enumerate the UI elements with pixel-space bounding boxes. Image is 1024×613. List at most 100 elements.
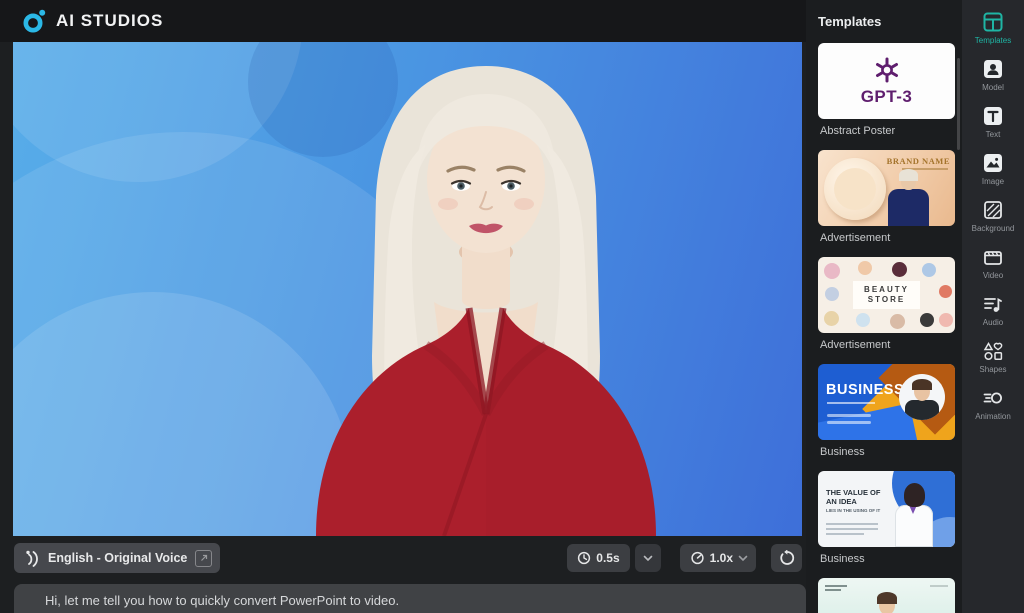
- rail-item-model[interactable]: Model: [962, 58, 1024, 92]
- pause-duration-value: 0.5s: [596, 551, 620, 565]
- decorative-line: [826, 533, 864, 535]
- template-title-line2: STORE: [867, 295, 906, 304]
- template-label: Advertisement: [820, 232, 891, 244]
- background-icon: [984, 201, 1002, 219]
- thumbnail-person-hair: [912, 379, 932, 390]
- thumbnail-person-hair: [904, 483, 925, 507]
- thumbnail-person-hair: [899, 169, 918, 181]
- product-dot: [939, 285, 952, 298]
- script-text: Hi, let me tell you how to quickly conve…: [45, 593, 400, 608]
- product-dot: [922, 263, 936, 277]
- rail-label: Text: [985, 130, 1001, 139]
- thumbnail-person-hair: [877, 592, 897, 604]
- product-dot: [892, 262, 907, 277]
- reset-icon: [779, 550, 794, 565]
- rail-label: Templates: [974, 36, 1012, 45]
- animation-icon: [983, 392, 1002, 404]
- rail-label: Shapes: [979, 365, 1007, 374]
- product-dot: [856, 313, 870, 327]
- model-icon: [984, 60, 1002, 78]
- pause-duration-button[interactable]: 0.5s: [567, 544, 630, 572]
- template-label: Business: [820, 446, 865, 458]
- text-icon: [984, 107, 1002, 125]
- template-card-presenter[interactable]: [818, 578, 955, 613]
- voice-selector[interactable]: English - Original Voice: [14, 543, 221, 573]
- decorative-line: [826, 523, 878, 525]
- template-card-business-value[interactable]: THE VALUE OF AN IDEA LIES IN THE USING O…: [818, 471, 955, 547]
- decorative-line: [826, 528, 878, 530]
- template-title: GPT-3: [860, 87, 913, 106]
- product-dot: [939, 313, 953, 327]
- voice-shortcut-icon[interactable]: [195, 549, 213, 567]
- template-label: Advertisement: [820, 339, 891, 351]
- rail-item-image[interactable]: Image: [962, 152, 1024, 186]
- rail-label: Image: [981, 177, 1005, 186]
- rail-label: Background: [971, 224, 1015, 233]
- shapes-icon: [983, 342, 1003, 361]
- decorative-line: [930, 585, 948, 587]
- gpt-logo-icon: [875, 57, 898, 83]
- logo-icon: [23, 9, 46, 33]
- speed-value: 1.0x: [709, 551, 733, 565]
- thumbnail-person-circle: [899, 374, 945, 420]
- rail-label: Audio: [982, 318, 1004, 327]
- decorative-line: [827, 414, 871, 417]
- product-dot: [920, 313, 934, 327]
- speed-button[interactable]: 1.0x: [679, 544, 756, 572]
- template-card-business[interactable]: BUSINESS: [818, 364, 955, 440]
- image-icon: [984, 154, 1002, 172]
- rail-item-video[interactable]: Video: [962, 246, 1024, 280]
- template-card-abstract-poster[interactable]: GPT-3: [818, 43, 955, 119]
- decorative-line: [827, 402, 875, 404]
- chevron-down-icon: [643, 555, 652, 561]
- voice-label: English - Original Voice: [48, 551, 188, 565]
- rail-item-audio[interactable]: Audio: [962, 293, 1024, 327]
- decorative-line: [825, 589, 841, 591]
- template-label: Abstract Poster: [820, 125, 896, 137]
- templates-panel: Templates GPT-3 Abstract Poster BRAND NA…: [806, 0, 962, 613]
- template-card-advertisement-brand[interactable]: BRAND NAME: [818, 150, 955, 226]
- template-title-line1: BEAUTY: [864, 285, 909, 295]
- clock-icon: [578, 551, 591, 565]
- rail-label: Animation: [975, 412, 1011, 421]
- template-subtitle: LIES IN THE USING OF IT: [826, 508, 881, 513]
- logo-text: AI STUDIOS: [56, 11, 164, 30]
- panel-scrollbar[interactable]: [957, 58, 960, 150]
- decorative-line: [827, 421, 871, 424]
- template-card-advertisement-beauty[interactable]: BEAUTY STORE: [818, 257, 955, 333]
- rail-item-background[interactable]: Background: [962, 199, 1024, 233]
- presenter-avatar[interactable]: [276, 46, 696, 536]
- thumbnail-person-body: [905, 400, 939, 420]
- rail-item-animation[interactable]: Animation: [962, 387, 1024, 421]
- script-editor[interactable]: Hi, let me tell you how to quickly conve…: [14, 584, 806, 613]
- pause-duration-dropdown[interactable]: [634, 544, 661, 572]
- voice-icon: [26, 550, 38, 567]
- template-title: BUSINESS: [826, 382, 905, 398]
- template-title: BRAND NAME: [886, 156, 950, 166]
- rail-label: Model: [982, 83, 1004, 92]
- video-icon: [984, 251, 1002, 265]
- audio-icon: [984, 297, 1002, 312]
- rail-item-shapes[interactable]: Shapes: [962, 340, 1024, 374]
- rail-item-text[interactable]: Text: [962, 105, 1024, 139]
- rail-item-templates[interactable]: Templates: [962, 11, 1024, 45]
- template-label: Business: [820, 553, 865, 565]
- thumbnail-person: [888, 189, 929, 226]
- product-dot: [890, 314, 905, 329]
- playback-controls: 0.5s 1.0x: [567, 543, 802, 573]
- controls-row: English - Original Voice 0.5s 1.0x: [13, 541, 802, 577]
- chevron-down-icon: [738, 555, 748, 561]
- speed-gauge-icon: [690, 551, 704, 565]
- template-title: THE VALUE OF AN IDEA: [826, 488, 881, 507]
- video-canvas[interactable]: [13, 42, 802, 536]
- beauty-store-title-box: BEAUTY STORE: [853, 281, 920, 309]
- product-dot: [825, 287, 839, 301]
- reset-button[interactable]: [771, 544, 802, 572]
- decorative-line: [825, 585, 847, 587]
- templates-icon: [983, 12, 1003, 32]
- tool-rail: Templates Model Text Image Background Vi…: [962, 0, 1024, 613]
- ai-studios-logo: AI STUDIOS: [22, 8, 163, 34]
- product-dot: [824, 311, 839, 326]
- app-window: AI STUDIOS English - Original Voice 0.5s…: [0, 0, 1024, 613]
- product-dot: [824, 263, 840, 279]
